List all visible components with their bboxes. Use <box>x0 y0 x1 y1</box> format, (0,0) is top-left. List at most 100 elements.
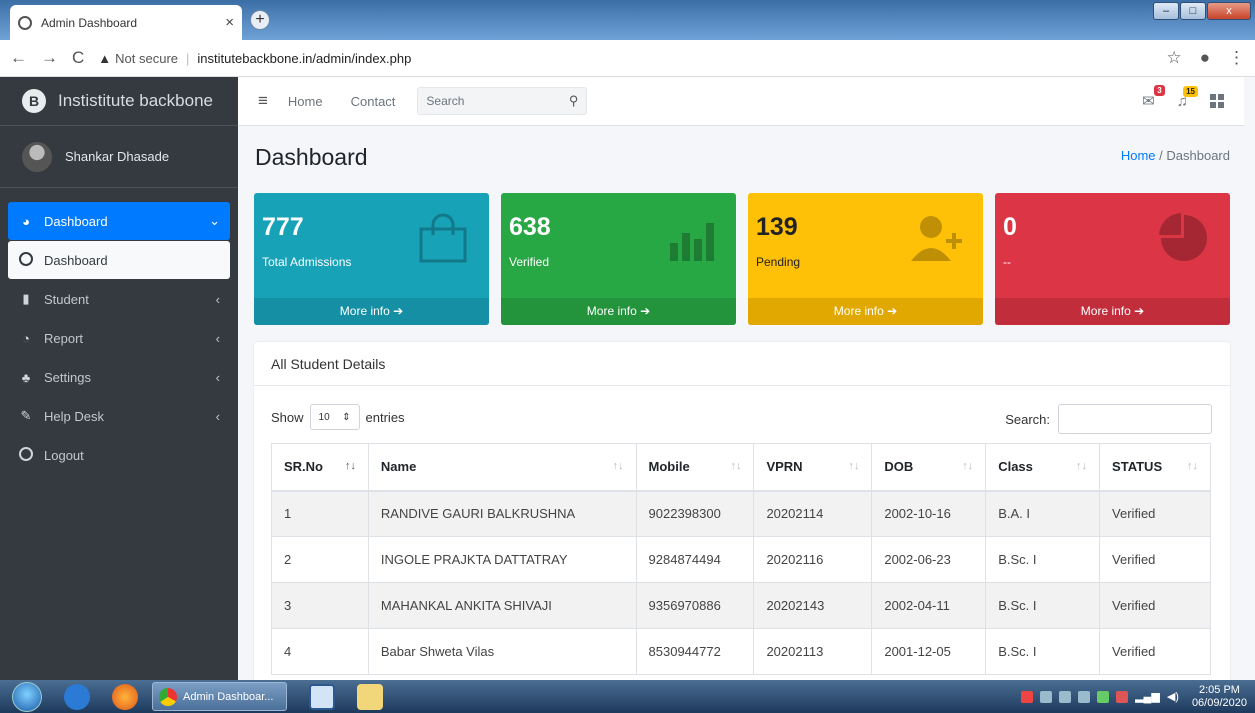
sidebar-item-report[interactable]: ◔ Report ‹ <box>8 319 230 357</box>
stat-box-other: 0 -- More info ➔ <box>995 193 1230 325</box>
tab-title: Admin Dashboard <box>41 15 138 30</box>
table-row: 3 MAHANKAL ANKITA SHIVAJI 9356970886 202021… <box>271 582 1211 629</box>
sidebar-item-student[interactable]: ▮ Student ‹ <box>8 280 230 318</box>
copy-icon: ▮ <box>22 291 30 306</box>
table-row: 1 RANDIVE GAURI BALKRUSHNA 9022398300 20202… <box>271 490 1211 537</box>
street-view-icon: ♣ <box>21 369 31 385</box>
column-header-sr-no[interactable]: SR.No ↑↓ <box>271 443 369 492</box>
sidebar-item-dashboard[interactable]: ◕ Dashboard ⌄ <box>8 202 230 240</box>
maximize-button[interactable]: □ <box>1180 2 1206 20</box>
bar-chart-icon <box>670 223 714 261</box>
tray-icon[interactable] <box>1059 690 1072 703</box>
tray-icon[interactable] <box>1078 690 1091 703</box>
column-header-vprn[interactable]: VPRN ↑↓ <box>753 443 873 492</box>
tray-icon[interactable] <box>1040 690 1053 703</box>
sidebar-item-label: Report <box>44 330 84 346</box>
not-secure-label[interactable]: Not secure <box>115 51 178 66</box>
globe-icon <box>18 15 32 30</box>
chevron-left-icon: ‹ <box>215 330 220 346</box>
nav-link-home[interactable]: Home <box>288 94 323 109</box>
sidebar-item-label: Settings <box>44 369 91 385</box>
column-header-dob[interactable]: DOB ↑↓ <box>871 443 987 492</box>
breadcrumb: Home / Dashboard <box>1121 148 1230 163</box>
network-signal-icon[interactable]: ▂▄▆ <box>1135 690 1160 703</box>
chevron-left-icon: ‹ <box>215 369 220 385</box>
chrome-icon <box>159 687 177 706</box>
top-navbar: ≡ Home Contact Search ⚲ ✉ 3 ♫ 15 <box>238 77 1244 126</box>
column-header-mobile[interactable]: Mobile ↑↓ <box>635 443 755 492</box>
stat-label: Verified <box>509 255 550 269</box>
brand-logo: B <box>22 89 46 113</box>
table-row: 2 INGOLE PRAJKTA DATTATRAY 9284874494 20202… <box>271 536 1211 583</box>
sidebar-subitem-dashboard[interactable]: Dashboard <box>8 241 230 279</box>
apps-grid-icon[interactable] <box>1210 94 1224 108</box>
volume-icon[interactable]: ◀) <box>1167 690 1179 703</box>
star-icon[interactable]: ☆ <box>1166 48 1181 68</box>
pie-chart-icon: ◔ <box>22 330 30 346</box>
clock-date: 06/09/2020 <box>1191 696 1247 709</box>
sidebar-item-label: Dashboard <box>44 252 108 268</box>
hamburger-menu-icon[interactable]: ≡ <box>258 91 268 111</box>
column-header-status[interactable]: STATUS ↑↓ <box>1099 443 1211 492</box>
more-info-link[interactable]: More info ➔ <box>995 298 1230 325</box>
firefox-icon[interactable] <box>112 683 138 710</box>
sidebar-item-logout[interactable]: Logout <box>8 436 230 474</box>
stat-label: Pending <box>756 255 801 269</box>
sidebar-item-help-desk[interactable]: ✎ Help Desk ‹ <box>8 397 230 435</box>
notifications-badge: 15 <box>1183 85 1198 97</box>
taskbar-app-chrome[interactable]: Admin Dashboar... <box>152 682 287 711</box>
user-panel[interactable]: Shankar Dhasade <box>0 126 238 188</box>
messages-icon[interactable]: ✉ 3 <box>1142 85 1165 110</box>
browser-tab[interactable]: Admin Dashboard × <box>10 5 242 40</box>
stat-box-total-admissions: 777 Total Admissions More info ➔ <box>254 193 489 325</box>
profile-icon[interactable]: ● <box>1200 48 1210 68</box>
user-name: Shankar Dhasade <box>65 149 170 164</box>
table-row: 4 Babar Shweta Vilas 8530944772 20202113 200… <box>271 628 1211 675</box>
stat-value: 139 <box>756 213 798 241</box>
more-info-link[interactable]: More info ➔ <box>254 298 489 325</box>
breadcrumb-home[interactable]: Home <box>1121 148 1156 163</box>
breadcrumb-current: Dashboard <box>1166 148 1230 163</box>
tab-close-button[interactable]: × <box>225 14 234 31</box>
tray-icon[interactable] <box>1116 690 1129 703</box>
close-window-button[interactable]: x <box>1207 2 1251 20</box>
table-search-label: Search: <box>1005 411 1050 427</box>
student-details-card: All Student Details Show 10 ⇕ entries Sea… <box>254 342 1230 682</box>
content-wrapper: Dashboard Home / Dashboard 777 Total Adm… <box>238 126 1244 682</box>
start-button[interactable] <box>12 681 42 712</box>
student-table: SR.No ↑↓ Name ↑↓ Mobile ↑↓ VPRN ↑↓ DOB ↑↓ Cla… <box>271 443 1211 675</box>
kebab-menu-icon[interactable]: ⋮ <box>1228 48 1245 68</box>
breadcrumb-separator: / <box>1159 148 1163 163</box>
internet-explorer-icon[interactable] <box>64 683 90 710</box>
media-player-icon[interactable] <box>309 683 335 710</box>
entries-select[interactable]: 10 ⇕ <box>309 404 360 430</box>
messages-badge: 3 <box>1154 85 1165 96</box>
circle-icon <box>18 251 34 269</box>
taskbar-clock[interactable]: 2:05 PM 06/09/2020 <box>1192 684 1247 710</box>
new-tab-button[interactable]: + <box>250 10 270 30</box>
search-placeholder: Search <box>426 94 465 108</box>
navbar-search-input[interactable]: Search ⚲ <box>417 87 588 115</box>
column-header-name[interactable]: Name ↑↓ <box>367 443 637 492</box>
forward-arrow-icon[interactable]: → <box>41 48 58 68</box>
brand-link[interactable]: B Instistitute backbone <box>0 77 238 126</box>
stat-box-verified: 638 Verified More info ➔ <box>501 193 736 325</box>
more-info-link[interactable]: More info ➔ <box>501 298 736 325</box>
nav-link-contact[interactable]: Contact <box>351 94 396 109</box>
circle-icon <box>18 446 34 464</box>
minimize-button[interactable]: – <box>1153 2 1179 20</box>
notifications-bell-icon[interactable]: ♫ 15 <box>1177 85 1198 110</box>
reload-icon[interactable]: C <box>72 48 84 68</box>
more-info-link[interactable]: More info ➔ <box>748 298 983 325</box>
column-header-class[interactable]: Class ↑↓ <box>985 443 1101 492</box>
search-icon[interactable]: ⚲ <box>569 93 579 109</box>
url-field[interactable]: institutebackbone.in/admin/index.php <box>197 51 411 66</box>
table-search-input[interactable] <box>1058 404 1212 434</box>
entries-label: entries <box>365 409 405 425</box>
back-arrow-icon[interactable]: ← <box>10 48 27 68</box>
sidebar-item-settings[interactable]: ♣ Settings ‹ <box>8 358 230 396</box>
file-explorer-icon[interactable] <box>357 683 383 710</box>
edit-icon: ✎ <box>20 408 32 423</box>
tray-icon[interactable] <box>1097 690 1110 703</box>
tray-icon[interactable] <box>1021 690 1034 703</box>
